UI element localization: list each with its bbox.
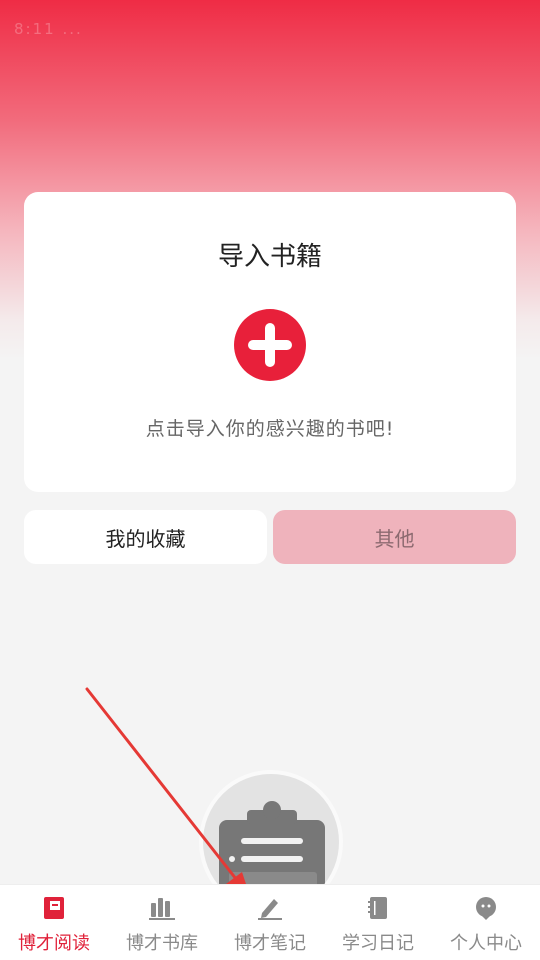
tab-boc-reading[interactable]: 博才阅读 — [0, 885, 108, 960]
import-book-button[interactable] — [234, 309, 306, 381]
status-bar: 8:11 ... — [14, 20, 83, 38]
import-card-title: 导入书籍 — [217, 242, 322, 272]
tab-study-diary[interactable]: 学习日记 — [324, 885, 432, 960]
my-favorites-tab[interactable]: 我的收藏 — [24, 510, 267, 564]
book-icon — [39, 893, 69, 923]
import-book-card: 导入书籍 点击导入你的感兴趣的书吧! — [24, 192, 516, 492]
import-hint-text: 点击导入你的感兴趣的书吧! — [145, 418, 395, 440]
other-tab[interactable]: 其他 — [273, 510, 516, 564]
library-icon — [147, 893, 177, 923]
tab-label: 博才书库 — [126, 933, 198, 954]
diary-icon — [363, 893, 393, 923]
bottom-tab-bar: 博才阅读 博才书库 博才笔记 学习日记 个人中心 — [0, 884, 540, 960]
profile-icon — [471, 893, 501, 923]
tab-boc-notes[interactable]: 博才笔记 — [216, 885, 324, 960]
app-screen: 8:11 ... 导入书籍 点击导入你的感兴趣的书吧! 我的收藏 其他 博才阅读… — [0, 0, 540, 960]
note-edit-icon — [255, 893, 285, 923]
tab-boc-library[interactable]: 博才书库 — [108, 885, 216, 960]
tab-label: 博才笔记 — [234, 933, 306, 954]
tab-label: 个人中心 — [450, 933, 522, 954]
tab-label: 博才阅读 — [18, 933, 90, 954]
tab-label: 学习日记 — [342, 933, 414, 954]
tab-profile[interactable]: 个人中心 — [432, 885, 540, 960]
